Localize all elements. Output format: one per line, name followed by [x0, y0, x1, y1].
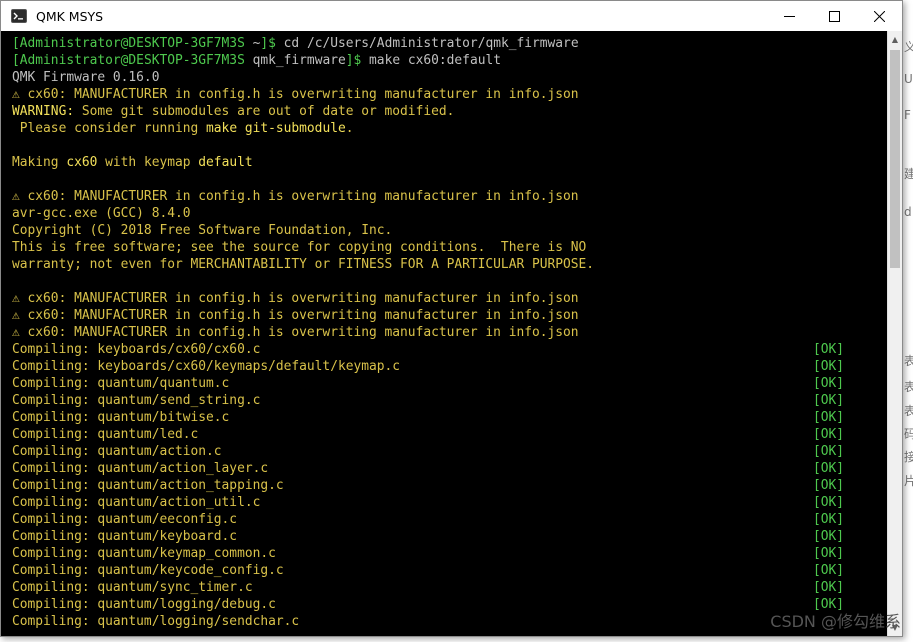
compile-line: Compiling: quantum/action_util.c	[12, 495, 261, 510]
compile-line: Compiling: quantum/send_string.c	[12, 393, 261, 408]
background-glyph: d	[904, 205, 912, 219]
ok-status: [OK]	[813, 376, 845, 391]
ok-status: [OK]	[813, 393, 845, 408]
keyboard-name: cx60	[66, 155, 98, 170]
compile-line: Compiling: quantum/led.c	[12, 427, 199, 442]
background-glyph: 表	[904, 380, 913, 394]
maximize-icon	[829, 10, 840, 22]
ok-status: [OK]	[813, 461, 845, 476]
prompt-user: Administrator@DESKTOP-3GF7M3S	[19, 36, 245, 51]
ok-status: [OK]	[813, 546, 845, 561]
compile-line: Compiling: quantum/keymap_common.c	[12, 546, 276, 561]
manufacturer-warning: ⚠ cx60: MANUFACTURER in config.h is over…	[12, 87, 579, 102]
warning-text: Some git submodules are out of date or m…	[74, 104, 455, 119]
manufacturer-warning: ⚠ cx60: MANUFACTURER in config.h is over…	[12, 308, 579, 323]
ok-status: [OK]	[813, 495, 845, 510]
advice-command: make git-submodule	[206, 121, 346, 136]
submodule-advice: Please consider running make git-submodu…	[12, 121, 354, 136]
compile-line: Compiling: quantum/action_layer.c	[12, 461, 269, 476]
ok-status: [OK]	[813, 563, 845, 578]
submodule-warning: WARNING: Some git submodules are out of …	[12, 103, 454, 120]
terminal-window: QMK MSYS [Administrator@DESKTOP-3GF7M3S …	[0, 0, 903, 637]
window-title: QMK MSYS	[36, 8, 104, 24]
ok-status: [OK]	[813, 512, 845, 527]
minimize-icon	[784, 15, 795, 17]
ok-status: [OK]	[813, 427, 845, 442]
gcc-version: avr-gcc.exe (GCC) 8.4.0	[12, 206, 191, 221]
ok-status: [OK]	[813, 444, 845, 459]
csdn-watermark: CSDN @修勾维系	[770, 612, 901, 631]
compile-line: Compiling: quantum/sync_timer.c	[12, 580, 253, 595]
terminal-output[interactable]: [Administrator@DESKTOP-3GF7M3S ~]$ cd /c…	[1, 31, 887, 636]
compile-line: Compiling: quantum/quantum.c	[12, 376, 230, 391]
terminal-icon	[11, 9, 27, 23]
warning-label: WARNING:	[12, 104, 75, 119]
ok-status: [OK]	[813, 410, 845, 425]
compile-line: Compiling: quantum/action_tapping.c	[12, 478, 284, 493]
ok-status: [OK]	[813, 359, 845, 374]
license-line: warranty; not even for MERCHANTABILITY o…	[12, 257, 595, 272]
compile-line: Compiling: quantum/bitwise.c	[12, 410, 230, 425]
background-glyph: 表	[904, 354, 913, 368]
compile-line: Compiling: quantum/action.c	[12, 444, 222, 459]
prompt-user: Administrator@DESKTOP-3GF7M3S	[19, 53, 245, 68]
manufacturer-warning: ⚠ cx60: MANUFACTURER in config.h is over…	[12, 325, 579, 340]
compile-line: Compiling: quantum/eeconfig.c	[12, 512, 238, 527]
version-line: QMK Firmware 0.16.0	[12, 70, 160, 85]
prompt-line: [Administrator@DESKTOP-3GF7M3S qmk_firmw…	[12, 53, 501, 68]
background-glyph: U	[904, 72, 913, 86]
maximize-button[interactable]	[812, 1, 857, 31]
background-glyph: 码	[904, 427, 913, 441]
command-text: cd /c/Users/Administrator/qmk_firmware	[283, 36, 579, 51]
close-button[interactable]	[857, 1, 902, 31]
copyright-line: Copyright (C) 2018 Free Software Foundat…	[12, 223, 393, 238]
prompt-line: [Administrator@DESKTOP-3GF7M3S ~]$ cd /c…	[12, 36, 579, 51]
keymap-name: default	[198, 155, 253, 170]
compile-line: Compiling: quantum/keyboard.c	[12, 529, 238, 544]
compile-line: Compiling: keyboards/cx60/keymaps/defaul…	[12, 359, 401, 374]
compile-line: Compiling: quantum/logging/debug.c	[12, 597, 276, 612]
prompt-dir: qmk_firmware	[252, 53, 346, 68]
compile-line: Compiling: keyboards/cx60/cx60.c	[12, 342, 261, 357]
background-glyph: 义	[904, 40, 913, 54]
minimize-button[interactable]	[767, 1, 812, 31]
license-line: This is free software; see the source fo…	[12, 240, 587, 255]
command-text: make cx60:default	[369, 53, 501, 68]
background-glyph: 建	[904, 167, 913, 181]
ok-status: [OK]	[813, 478, 845, 493]
ok-status: [OK]	[813, 580, 845, 595]
manufacturer-warning: ⚠ cx60: MANUFACTURER in config.h is over…	[12, 291, 579, 306]
close-icon	[874, 10, 885, 22]
ok-status: [OK]	[813, 342, 845, 357]
scroll-up-arrow-icon[interactable]: ▲	[888, 31, 902, 48]
scrollbar-thumb[interactable]	[890, 50, 900, 268]
window-controls	[767, 1, 902, 31]
title-bar[interactable]: QMK MSYS	[1, 1, 902, 31]
background-glyph: 接	[904, 450, 913, 464]
compile-line: Compiling: quantum/logging/sendchar.c	[12, 614, 300, 629]
background-glyph: 片	[904, 474, 913, 488]
manufacturer-warning: ⚠ cx60: MANUFACTURER in config.h is over…	[12, 189, 579, 204]
ok-status: [OK]	[813, 529, 845, 544]
compile-line: Compiling: quantum/keycode_config.c	[12, 563, 284, 578]
background-glyph: F	[904, 108, 911, 122]
making-line: Making cx60 with keymap default	[12, 155, 253, 170]
background-glyph: 表	[904, 404, 913, 418]
vertical-scrollbar[interactable]: ▲ ▼	[887, 31, 902, 636]
